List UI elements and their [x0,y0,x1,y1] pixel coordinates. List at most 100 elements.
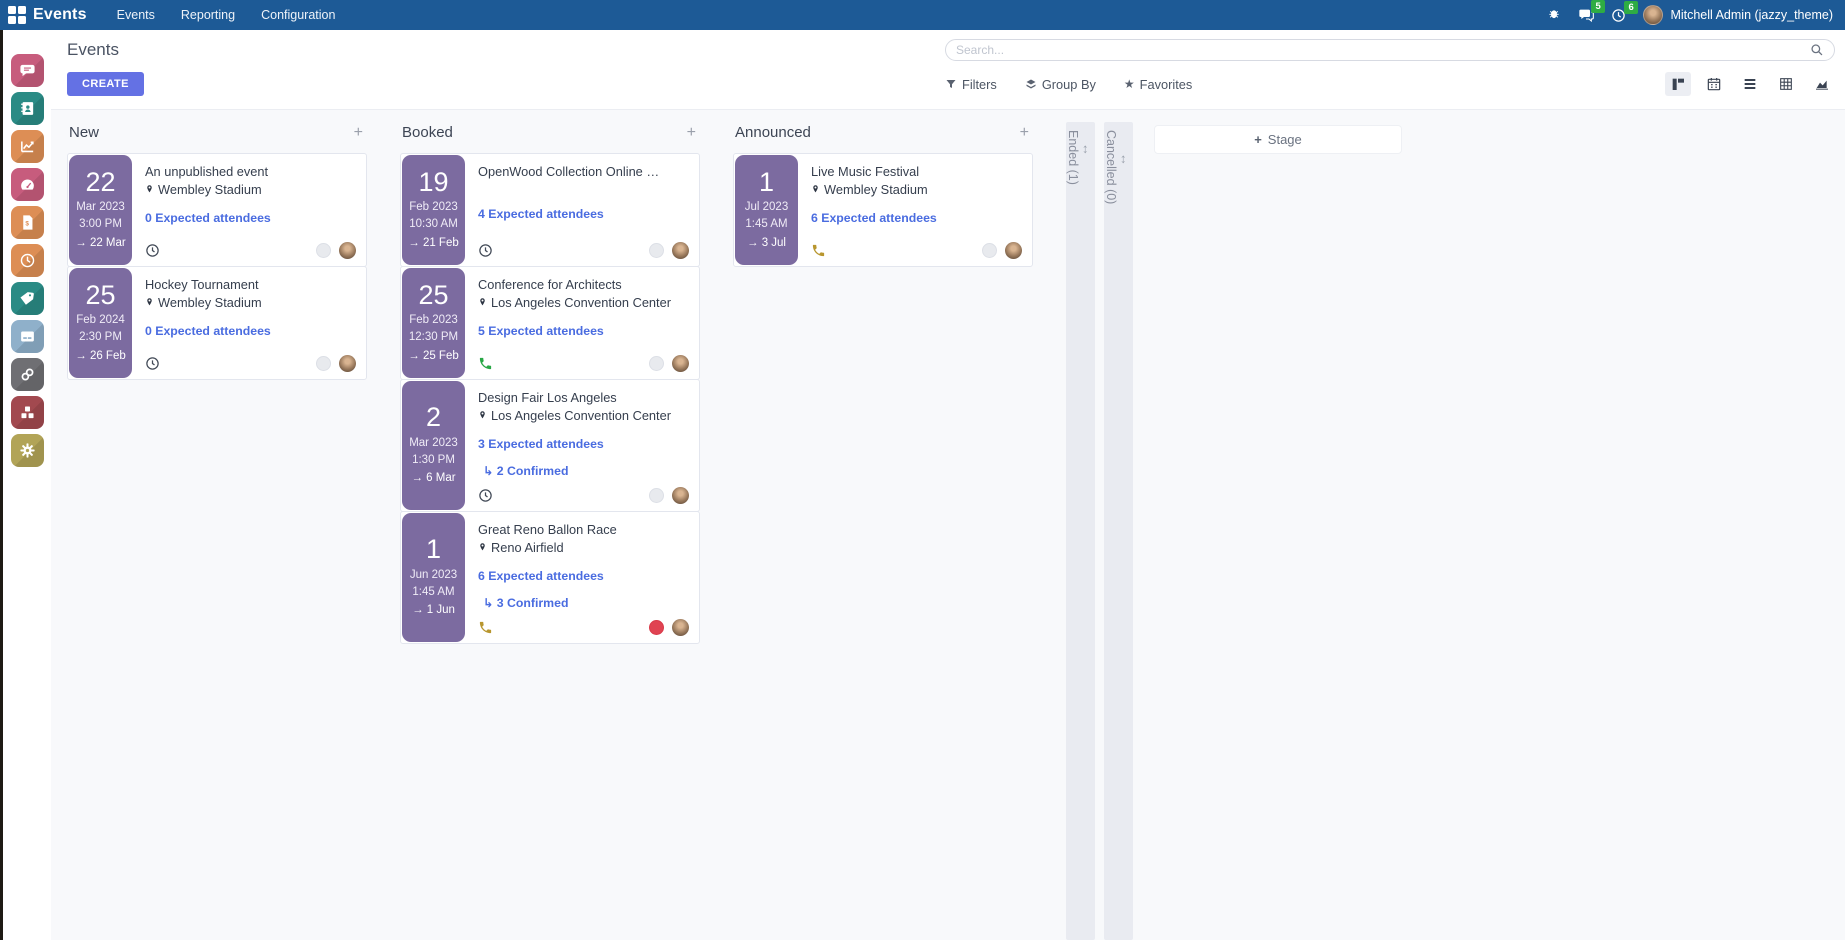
folded-column-ended-1-[interactable]: ↔Ended (1) [1066,122,1095,940]
pivot-view-button[interactable] [1773,72,1799,96]
event-card-footer [145,346,356,372]
folded-column-content: ↔Ended (1) [1066,130,1095,185]
navbar-menu-events[interactable]: Events [117,8,155,22]
event-card[interactable]: 1Jun 20231:45 AM→ 1 JunGreat Reno Ballon… [400,511,700,644]
assignee-avatar[interactable] [1005,242,1022,259]
settings-app-icon[interactable] [11,434,44,467]
event-end-date: → 22 Mar [75,234,126,252]
confirmed-attendees-link[interactable]: ↳ 2 Confirmed [483,464,689,478]
graph-view-button[interactable] [1809,72,1835,96]
messages-icon[interactable]: 5 [1578,7,1594,23]
discuss-app-icon[interactable] [11,54,44,87]
event-card[interactable]: 22Mar 20233:00 PM→ 22 MarAn unpublished … [67,153,367,267]
event-day: 25 [85,281,115,309]
phone-icon[interactable] [811,243,826,258]
activities-clock-icon[interactable]: 6 [1611,8,1626,23]
column-title: Booked [402,124,453,141]
dashboards-app-icon[interactable] [11,168,44,201]
calendar-view-button[interactable] [1701,72,1727,96]
event-card-footer [478,233,689,259]
sales-chart-app-icon[interactable] [11,130,44,163]
navbar-menu-configuration[interactable]: Configuration [261,8,335,22]
clock-icon[interactable] [145,243,160,258]
event-time: 12:30 PM [409,329,458,346]
contacts-app-icon[interactable] [11,92,44,125]
event-title: OpenWood Collection Online … [478,163,689,180]
kanban-column-announced: Announced +1Jul 20231:45 AM→ 3 JulLive Mu… [733,122,1033,940]
assignee-avatar[interactable] [672,242,689,259]
kanban-view-button[interactable] [1665,72,1691,96]
event-card[interactable]: 25Feb 202312:30 PM→ 25 FebConference for… [400,266,700,380]
assignee-avatar[interactable] [672,355,689,372]
add-record-plus-icon[interactable]: + [1020,125,1029,141]
kanban-column-new: New+22Mar 20233:00 PM→ 22 MarAn unpublis… [67,122,367,940]
filters-menu[interactable]: Filters [945,77,997,92]
expected-attendees-link[interactable]: 5 Expected attendees [478,324,689,338]
event-card[interactable]: 25Feb 20242:30 PM→ 26 FebHockey Tourname… [67,266,367,380]
activity-state-dot[interactable] [649,488,664,503]
clock-icon[interactable] [145,356,160,371]
clock-icon[interactable] [478,243,493,258]
event-title: An unpublished event [145,163,356,180]
invoicing-app-icon[interactable]: $ [11,206,44,239]
apps-menu-button[interactable]: Events [8,6,87,24]
assignee-avatar[interactable] [339,355,356,372]
add-record-plus-icon[interactable]: + [687,125,696,141]
favorites-menu[interactable]: ★ Favorites [1124,77,1192,92]
event-end-date: → 25 Feb [408,347,459,365]
assignee-avatar[interactable] [672,619,689,636]
event-card[interactable]: 1Jul 20231:45 AM→ 3 JulLive Music Festiv… [733,153,1033,267]
expected-attendees-link[interactable]: 4 Expected attendees [478,207,689,221]
assignee-avatar[interactable] [339,242,356,259]
user-menu[interactable]: Mitchell Admin (jazzy_theme) [1643,5,1833,25]
event-card[interactable]: 19Feb 202310:30 AM→ 21 FebOpenWood Colle… [400,153,700,267]
search-icon[interactable] [1810,43,1824,57]
activity-state-dot[interactable] [316,356,331,371]
activity-state-dot[interactable] [649,620,664,635]
page-title: Events [67,40,945,60]
event-card-body: Conference for ArchitectsLos Angeles Con… [466,267,699,379]
activities-count-badge: 6 [1624,1,1637,14]
subscriptions-app-icon[interactable] [11,320,44,353]
event-location: Wembley Stadium [145,182,356,200]
events-app-icon[interactable] [11,282,44,315]
expected-attendees-link[interactable]: 0 Expected attendees [145,211,356,225]
group-by-menu[interactable]: Group By [1025,77,1096,92]
add-stage-button[interactable]: +Stage [1154,125,1402,154]
activity-state-dot[interactable] [982,243,997,258]
plus-icon: + [1254,132,1262,147]
list-view-button[interactable] [1737,72,1763,96]
folded-column-cancelled-0-[interactable]: ↔Cancelled (0) [1104,122,1133,940]
navbar-right: 5 6 Mitchell Admin (jazzy_theme) [1547,5,1833,25]
activity-state-dot[interactable] [649,243,664,258]
navbar-menu-reporting[interactable]: Reporting [181,8,235,22]
search-box[interactable] [945,39,1835,61]
event-title: Design Fair Los Angeles [478,389,689,406]
add-record-plus-icon[interactable]: + [354,125,363,141]
activity-state-dot[interactable] [649,356,664,371]
event-title: Live Music Festival [811,163,1022,180]
expected-attendees-link[interactable]: 6 Expected attendees [811,211,1022,225]
event-month-year: Feb 2024 [76,312,125,329]
expected-attendees-link[interactable]: 6 Expected attendees [478,569,689,583]
activity-state-dot[interactable] [316,243,331,258]
event-card-body: An unpublished event Wembley Stadium 0 Exp… [133,154,366,266]
link-tracker-app-icon[interactable] [11,358,44,391]
expected-attendees-link[interactable]: 3 Expected attendees [478,437,689,451]
world-clock-app-icon[interactable] [11,244,44,277]
debug-bug-icon[interactable] [1547,8,1561,22]
inventory-app-icon[interactable] [11,396,44,429]
favorites-star-icon: ★ [1124,78,1135,90]
assignee-avatar[interactable] [672,487,689,504]
create-button[interactable]: CREATE [67,72,144,96]
clock-icon[interactable] [478,488,493,503]
column-title: Announced [735,124,811,141]
search-input[interactable] [956,43,1810,57]
phone-icon[interactable] [478,356,493,371]
confirmed-attendees-link[interactable]: ↳ 3 Confirmed [483,596,689,610]
unfold-arrow-icon: ↔ [1080,143,1095,156]
messages-count-badge: 5 [1591,0,1604,13]
expected-attendees-link[interactable]: 0 Expected attendees [145,324,356,338]
phone-icon[interactable] [478,620,493,635]
event-card[interactable]: 2Mar 20231:30 PM→ 6 MarDesign Fair Los A… [400,379,700,512]
